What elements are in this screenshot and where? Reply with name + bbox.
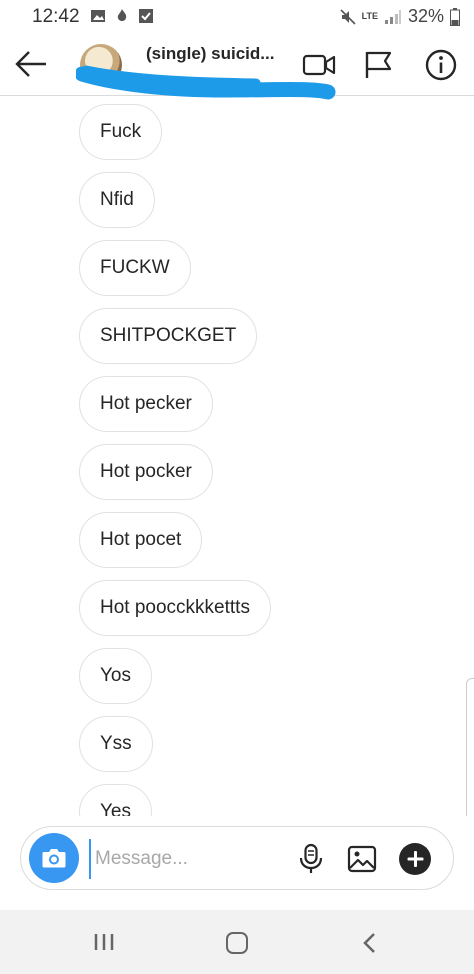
nav-back-icon[interactable] — [360, 932, 380, 954]
flag-icon[interactable] — [362, 48, 394, 80]
microphone-icon[interactable] — [297, 843, 325, 875]
gallery-icon — [91, 10, 105, 22]
message-bubble[interactable]: Hot pocker — [79, 444, 213, 500]
system-nav-bar — [0, 910, 474, 974]
message-bubble[interactable]: Yos — [79, 648, 152, 704]
back-arrow-icon[interactable] — [14, 49, 48, 79]
message-bubble[interactable]: Fuck — [79, 104, 163, 160]
message-thread[interactable]: Fuck Nfid FUCKW SHITPOCKGET Hot pecker H… — [0, 96, 474, 816]
battery-percent: 32% — [407, 6, 444, 26]
image-icon[interactable] — [347, 845, 377, 873]
message-bubble[interactable]: Hot pecker — [79, 376, 213, 432]
signal-icon — [384, 9, 401, 24]
video-camera-icon[interactable] — [302, 50, 336, 80]
message-bubble[interactable]: Hot poocckkkettts — [79, 580, 271, 636]
message-bubble[interactable]: Yss — [79, 716, 153, 772]
info-icon[interactable] — [424, 48, 458, 82]
checkbox-icon — [139, 9, 153, 23]
battery-icon — [450, 7, 460, 26]
home-icon[interactable] — [226, 932, 248, 954]
network-label: LTE — [361, 11, 378, 21]
recents-icon[interactable] — [92, 932, 116, 952]
plus-icon[interactable] — [399, 843, 431, 875]
message-bubble[interactable]: SHITPOCKGET — [79, 308, 258, 364]
camera-button[interactable] — [29, 833, 79, 883]
message-composer — [20, 826, 454, 890]
composer-area — [0, 816, 474, 910]
mute-icon — [340, 8, 356, 25]
message-bubble[interactable]: Nfid — [79, 172, 155, 228]
status-left-icons — [90, 8, 154, 24]
status-bar: 12:42 LTE 32% — [0, 0, 474, 34]
fire-icon — [117, 9, 127, 21]
message-bubble[interactable]: Yes — [79, 784, 152, 816]
message-bubble[interactable]: Hot pocet — [79, 512, 203, 568]
chat-header: (single) suicid... — [0, 34, 474, 100]
message-input[interactable] — [89, 839, 289, 879]
status-time: 12:42 — [32, 6, 80, 27]
status-right-group: LTE 32% — [340, 6, 460, 27]
camera-icon — [42, 849, 66, 868]
message-bubble[interactable]: FUCKW — [79, 240, 191, 296]
